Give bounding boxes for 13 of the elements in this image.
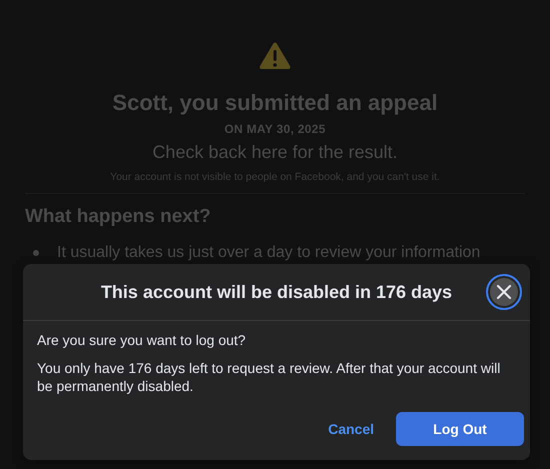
log-out-button[interactable]: Log Out: [396, 412, 524, 446]
dialog-question: Are you sure you want to log out?: [37, 331, 247, 349]
appeal-subtitle: Check back here for the result.: [152, 142, 398, 163]
dialog-title: This account will be disabled in 176 days: [100, 282, 452, 302]
appeal-title: Scott, you submitted an appeal: [112, 90, 438, 116]
bullet-text: It usually takes us just over a day to review your information: [57, 244, 480, 262]
warning-icon: [259, 42, 291, 70]
section-heading: What happens next?: [25, 206, 211, 228]
bullet-dot: [33, 250, 39, 256]
close-icon: [496, 284, 512, 300]
dialog-message: You only have 176 days left to request a review. After that your account will be permanently disabled.: [37, 359, 502, 395]
cancel-button[interactable]: Cancel: [328, 413, 374, 445]
close-button[interactable]: [486, 274, 522, 310]
